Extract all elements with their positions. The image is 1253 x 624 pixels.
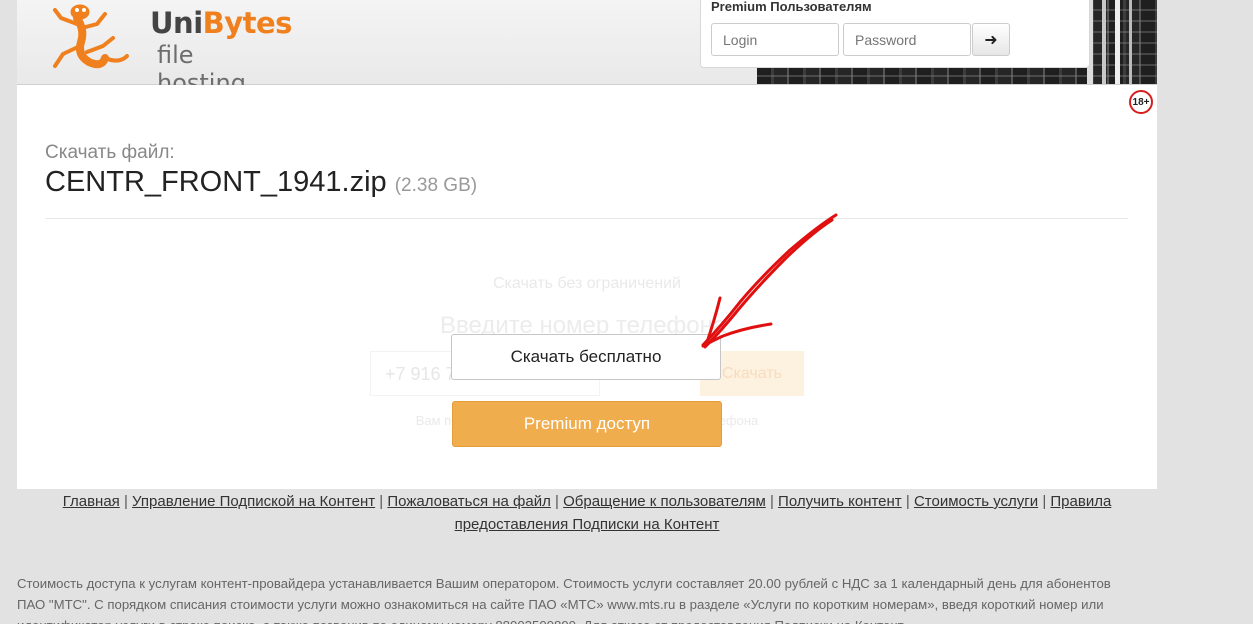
download-panel: 18+ Скачать файл: CENTR_FRONT_1941.zip (… xyxy=(17,85,1157,489)
site-header: UniBytes file hosting Premium Пользовате… xyxy=(17,0,1157,97)
footer-link-subscription-management[interactable]: Управление Подпиской на Контент xyxy=(132,493,375,510)
file-name: CENTR_FRONT_1941.zip xyxy=(45,166,387,198)
arrow-right-icon: ➜ xyxy=(984,31,998,49)
premium-login-box: Premium Пользователям ➜ xyxy=(700,0,1090,68)
password-input[interactable] xyxy=(843,23,971,56)
footer-separator: | xyxy=(769,493,774,510)
free-download-button[interactable]: Скачать бесплатно xyxy=(451,334,721,380)
footer-link-home[interactable]: Главная xyxy=(63,493,120,510)
footer-separator: | xyxy=(905,493,910,510)
unlimited-download-title: Скачать без ограничений xyxy=(492,275,681,292)
footer-separator: | xyxy=(1042,493,1047,510)
brand-name: UniBytes xyxy=(150,6,292,40)
site-logo[interactable]: UniBytes file hosting xyxy=(47,0,292,97)
brand-name-uni: Uni xyxy=(150,6,203,40)
footer-separator: | xyxy=(123,493,128,510)
age-restriction-badge: 18+ xyxy=(1129,90,1153,114)
brand-name-bytes: Bytes xyxy=(202,6,293,40)
download-file-label: Скачать файл: xyxy=(45,142,175,163)
footer-link-get-content[interactable]: Получить контент xyxy=(778,493,902,510)
divider xyxy=(45,218,1128,219)
premium-login-title: Premium Пользователям xyxy=(711,0,872,14)
footer-link-user-notice[interactable]: Обращение к пользователям xyxy=(563,493,766,510)
salamander-logo-icon xyxy=(53,4,129,69)
footer-separator: | xyxy=(379,493,384,510)
login-input[interactable] xyxy=(711,23,839,56)
login-submit-button[interactable]: ➜ xyxy=(972,23,1010,56)
file-size: (2.38 GB) xyxy=(394,175,478,196)
legal-disclaimer: Стоимость доступа к услугам контент-пров… xyxy=(17,576,1111,624)
footer-separator: | xyxy=(555,493,559,510)
footer-link-report-file[interactable]: Пожаловаться на файл xyxy=(387,493,551,510)
footer-link-service-cost[interactable]: Стоимость услуги xyxy=(914,493,1038,510)
premium-access-button[interactable]: Premium доступ xyxy=(452,401,722,447)
footer-nav: Главная | Управление Подпиской на Контен… xyxy=(17,490,1157,536)
file-title: CENTR_FRONT_1941.zip (2.38 GB) xyxy=(45,166,477,199)
